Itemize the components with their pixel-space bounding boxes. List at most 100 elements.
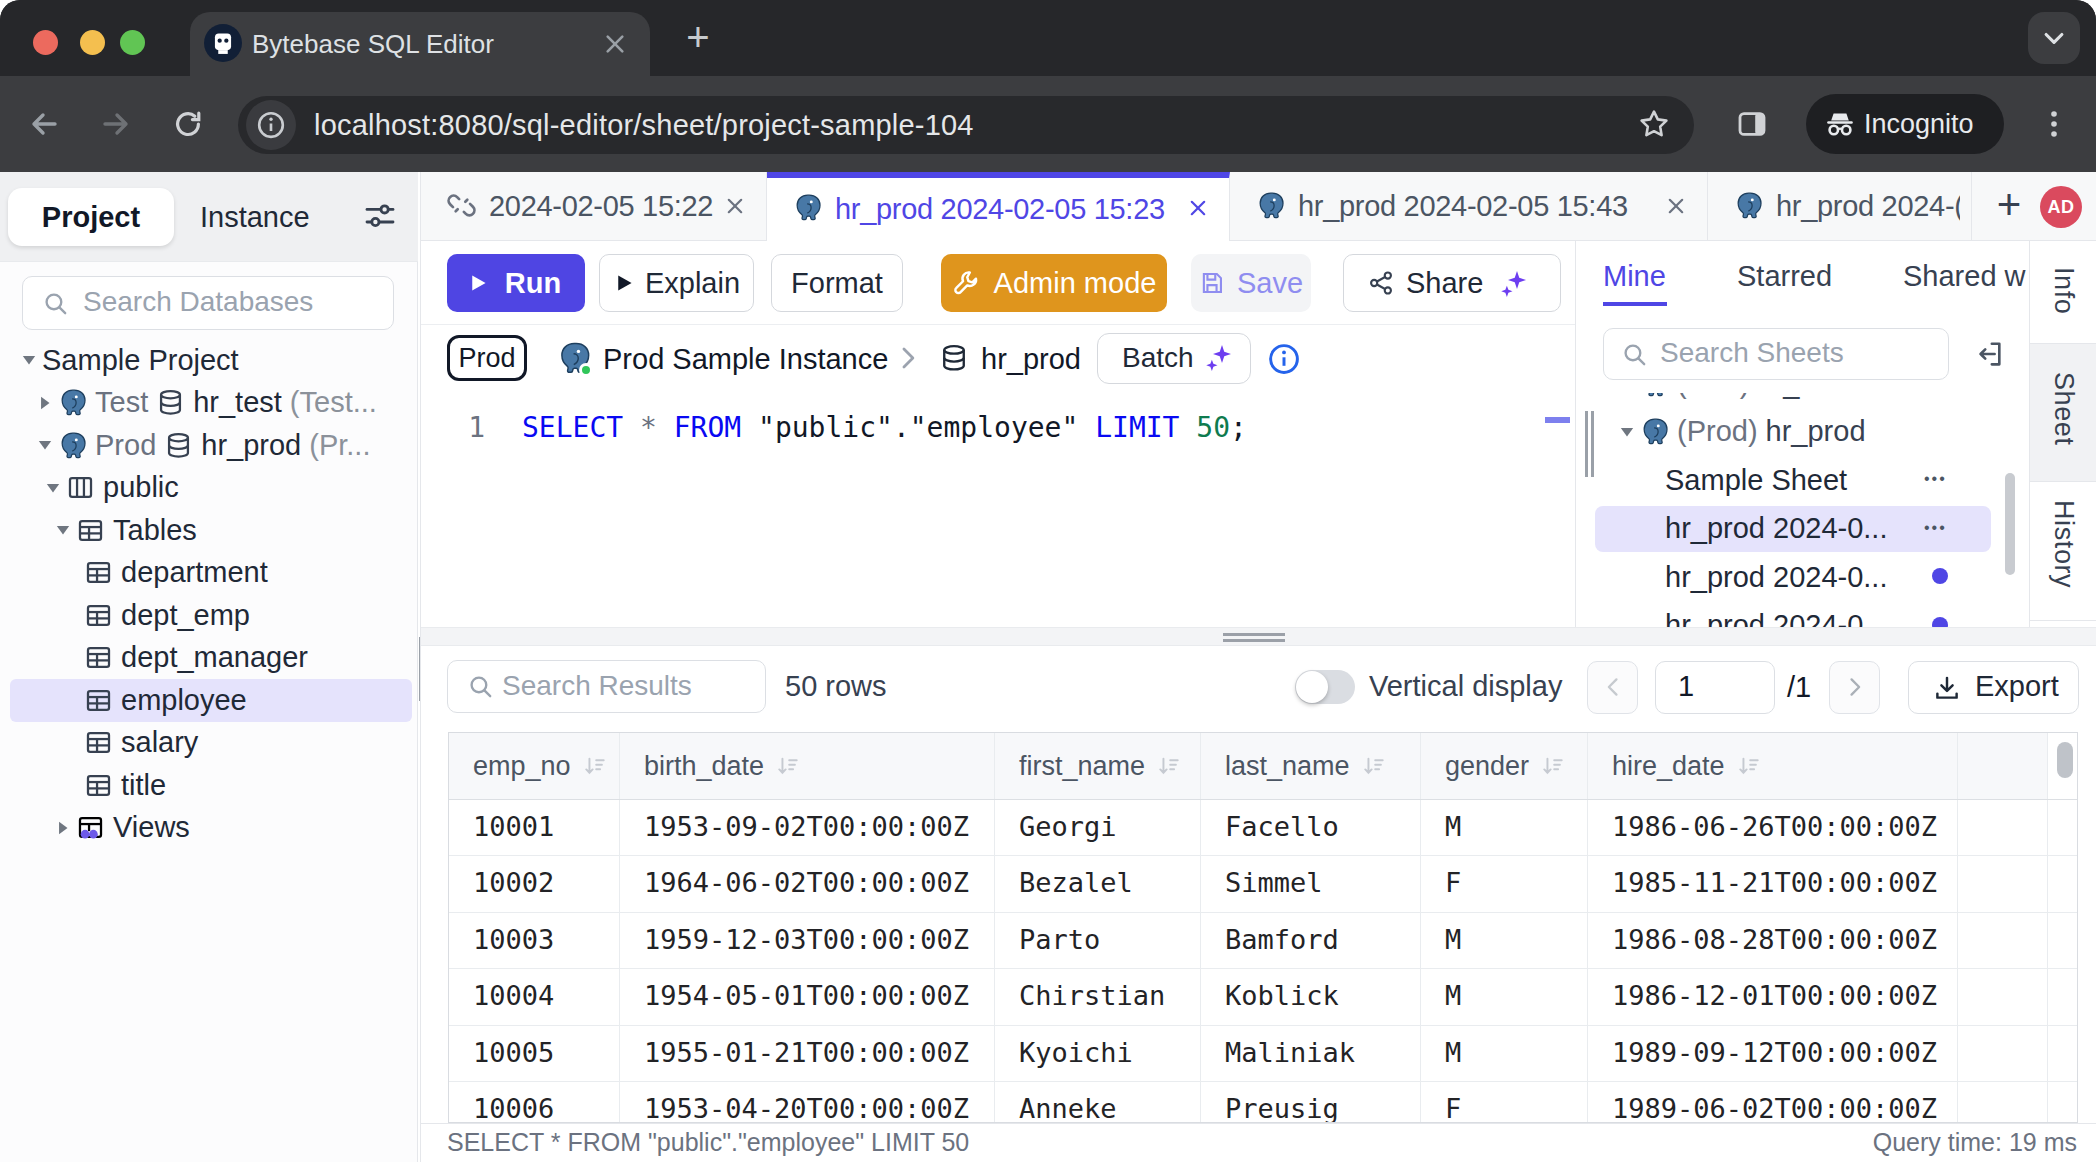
- sparkle-icon[interactable]: [1499, 268, 1529, 298]
- vertical-display-toggle[interactable]: [1295, 670, 1355, 704]
- cell-emp_no[interactable]: 10005: [449, 1026, 620, 1081]
- sidebar-item-dept-emp[interactable]: dept_emp: [0, 594, 418, 637]
- table-row[interactable]: 100011953-09-02T00:00:00ZGeorgiFacelloM1…: [449, 800, 2077, 856]
- sidebar-item-dept-manager[interactable]: dept_manager: [0, 637, 418, 680]
- cell-last_name[interactable]: Preusig: [1201, 1082, 1421, 1123]
- cell-last_name[interactable]: Simmel: [1201, 856, 1421, 911]
- panel-resize-handle[interactable]: [1585, 411, 1595, 477]
- close-tab-icon[interactable]: [602, 31, 628, 57]
- sidebar-item-title[interactable]: title: [0, 764, 418, 807]
- cell-birth_date[interactable]: 1955-01-21T00:00:00Z: [620, 1026, 995, 1081]
- next-page-button[interactable]: [1829, 661, 1880, 714]
- cell-emp_no[interactable]: 10006: [449, 1082, 620, 1123]
- column-header-emp_no[interactable]: emp_no: [449, 733, 620, 799]
- sidebar-item-tables[interactable]: Tables: [0, 509, 418, 552]
- sheet-item-2[interactable]: hr_prod 2024-0...•••: [1576, 505, 2029, 554]
- database-name[interactable]: hr_prod: [981, 325, 1081, 393]
- batch-button[interactable]: Batch: [1097, 333, 1251, 384]
- cell-hire_date[interactable]: 1989-06-02T00:00:00Z: [1588, 1082, 1958, 1123]
- bookmark-star-icon[interactable]: [1638, 108, 1670, 140]
- cell-last_name[interactable]: Facello: [1201, 800, 1421, 855]
- add-sheet-button[interactable]: +: [1983, 180, 2035, 232]
- cell-emp_no[interactable]: 10001: [449, 800, 620, 855]
- search-results-input[interactable]: Search Results: [447, 660, 766, 713]
- address-bar[interactable]: localhost:8080/sql-editor/sheet/project-…: [238, 96, 1694, 154]
- sheet-group-clipped[interactable]: (Test)hr_test: [1576, 393, 2029, 408]
- table-row[interactable]: 100051955-01-21T00:00:00ZKyoichiMaliniak…: [449, 1026, 2077, 1082]
- sort-icon[interactable]: [1362, 754, 1386, 778]
- sidebar-item-salary[interactable]: salary: [0, 722, 418, 765]
- editor-tab-3[interactable]: hr_prod 2024-02-05 15:43: [1230, 172, 1708, 241]
- results-resize-handle[interactable]: [421, 627, 2096, 646]
- close-tab-icon[interactable]: [1187, 197, 1209, 219]
- instance-name[interactable]: Prod Sample Instance: [603, 325, 888, 393]
- cell-hire_date[interactable]: 1989-09-12T00:00:00Z: [1588, 1026, 1958, 1081]
- explain-button[interactable]: Explain: [599, 254, 754, 312]
- caret-down-icon[interactable]: [50, 521, 76, 539]
- format-button[interactable]: Format: [771, 254, 903, 312]
- table-row[interactable]: 100021964-06-02T00:00:00ZBezalelSimmelF1…: [449, 856, 2077, 912]
- close-tab-icon[interactable]: [1665, 195, 1687, 217]
- sheet-menu-icon[interactable]: •••: [1924, 456, 1947, 502]
- column-header-hire_date[interactable]: hire_date: [1588, 733, 1958, 799]
- forward-icon[interactable]: [100, 108, 132, 140]
- table-row[interactable]: 100061953-04-20T00:00:00ZAnnekePreusigF1…: [449, 1082, 2077, 1123]
- sort-icon[interactable]: [776, 754, 800, 778]
- cell-first_name[interactable]: Georgi: [995, 800, 1201, 855]
- filter-icon[interactable]: [364, 200, 396, 232]
- sort-icon[interactable]: [1157, 754, 1181, 778]
- sort-icon[interactable]: [1737, 754, 1761, 778]
- column-header-birth_date[interactable]: birth_date: [620, 733, 995, 799]
- close-window-button[interactable]: [33, 30, 58, 55]
- cell-emp_no[interactable]: 10002: [449, 856, 620, 911]
- reload-icon[interactable]: [172, 108, 204, 140]
- sheet-item-4[interactable]: hr_prod 2024-0: [1576, 602, 2029, 628]
- cell-emp_no[interactable]: 10003: [449, 913, 620, 968]
- tab-instance[interactable]: Instance: [200, 188, 310, 246]
- side-panel-icon[interactable]: [1736, 108, 1768, 140]
- table-scrollbar[interactable]: [2057, 742, 2073, 778]
- sidebar-item-hr-test[interactable]: Testhr_test(Test...: [0, 382, 418, 425]
- cell-first_name[interactable]: Chirstian: [995, 969, 1201, 1024]
- minimize-window-button[interactable]: [80, 30, 105, 55]
- caret-down-icon[interactable]: [16, 351, 42, 369]
- table-row[interactable]: 100041954-05-01T00:00:00ZChirstianKoblic…: [449, 969, 2077, 1025]
- tab-project[interactable]: Project: [8, 188, 174, 246]
- sheet-item-1[interactable]: Sample Sheet•••: [1576, 456, 2029, 505]
- page-input[interactable]: 1: [1655, 661, 1775, 714]
- cell-last_name[interactable]: Koblick: [1201, 969, 1421, 1024]
- cell-birth_date[interactable]: 1953-09-02T00:00:00Z: [620, 800, 995, 855]
- tab-mine[interactable]: Mine: [1603, 241, 1666, 311]
- sheet-menu-icon[interactable]: •••: [1924, 505, 1947, 551]
- sidebar-item-department[interactable]: department: [0, 552, 418, 595]
- sheet-scrollbar[interactable]: [2005, 473, 2015, 575]
- info-icon[interactable]: [1267, 342, 1301, 376]
- cell-birth_date[interactable]: 1959-12-03T00:00:00Z: [620, 913, 995, 968]
- save-button[interactable]: Save: [1191, 254, 1311, 312]
- cell-gender[interactable]: F: [1421, 856, 1588, 911]
- cell-first_name[interactable]: Kyoichi: [995, 1026, 1201, 1081]
- editor-tab-2[interactable]: hr_prod 2024-02-05 15:23: [767, 172, 1230, 241]
- cell-last_name[interactable]: Bamford: [1201, 913, 1421, 968]
- close-tab-icon[interactable]: [724, 195, 746, 217]
- cell-gender[interactable]: M: [1421, 1026, 1588, 1081]
- cell-birth_date[interactable]: 1953-04-20T00:00:00Z: [620, 1082, 995, 1123]
- caret-down-icon[interactable]: [1614, 423, 1640, 441]
- cell-hire_date[interactable]: 1986-12-01T00:00:00Z: [1588, 969, 1958, 1024]
- cell-last_name[interactable]: Maliniak: [1201, 1026, 1421, 1081]
- tab-history[interactable]: History: [2030, 482, 2096, 621]
- cell-hire_date[interactable]: 1986-06-26T00:00:00Z: [1588, 800, 1958, 855]
- run-button[interactable]: Run: [447, 254, 585, 312]
- sort-icon[interactable]: [1541, 754, 1565, 778]
- sheet-item-3[interactable]: hr_prod 2024-0...: [1576, 553, 2029, 602]
- column-header-first_name[interactable]: first_name: [995, 733, 1201, 799]
- browser-tab[interactable]: Bytebase SQL Editor: [190, 12, 650, 76]
- sidebar-item-sample-project[interactable]: Sample Project: [0, 339, 418, 382]
- editor-tab-1[interactable]: 2024-02-05 15:22: [421, 172, 767, 241]
- cell-hire_date[interactable]: 1986-08-28T00:00:00Z: [1588, 913, 1958, 968]
- cell-birth_date[interactable]: 1964-06-02T00:00:00Z: [620, 856, 995, 911]
- tab-starred[interactable]: Starred: [1737, 241, 1832, 311]
- search-sheets-input[interactable]: Search Sheets: [1603, 328, 1949, 380]
- tab-info[interactable]: Info: [2030, 241, 2096, 344]
- url-text[interactable]: localhost:8080/sql-editor/sheet/project-…: [314, 96, 974, 154]
